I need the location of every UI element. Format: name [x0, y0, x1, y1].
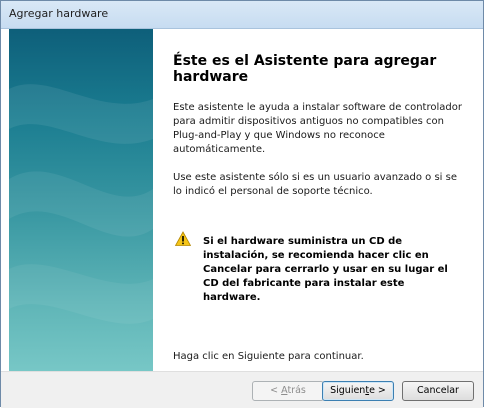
advanced-user-paragraph: Use este asistente sólo si es un usuario… [173, 172, 457, 197]
next-button-label: Siguien [330, 385, 366, 396]
next-button-suffix: e > [369, 385, 386, 396]
cancel-button[interactable]: Cancelar [402, 381, 474, 401]
back-button-prefix: < [270, 385, 282, 396]
wizard-button-bar: < Atrás Siguiente > Cancelar [1, 371, 483, 408]
wizard-content: Éste es el Asistente para agregar hardwa… [153, 29, 483, 371]
page-title: Éste es el Asistente para agregar hardwa… [173, 53, 437, 85]
intro-paragraph: Este asistente le ayuda a instalar softw… [173, 102, 462, 155]
back-button[interactable]: < Atrás [252, 381, 324, 401]
warning-message: Si el hardware suministra un CD de insta… [203, 236, 448, 303]
sidebar-wave-decoration [9, 84, 153, 324]
continue-instruction: Haga clic en Siguiente para continuar. [173, 351, 364, 362]
window-title: Agregar hardware [9, 7, 109, 20]
title-bar[interactable]: Agregar hardware [1, 1, 483, 29]
wizard-sidebar-banner [9, 29, 153, 371]
back-button-label: trás [287, 385, 306, 396]
add-hardware-wizard-window: Agregar hardware Éste es el Asistente pa… [0, 0, 484, 408]
next-button[interactable]: Siguiente > [322, 381, 394, 401]
warning-icon [175, 231, 191, 246]
